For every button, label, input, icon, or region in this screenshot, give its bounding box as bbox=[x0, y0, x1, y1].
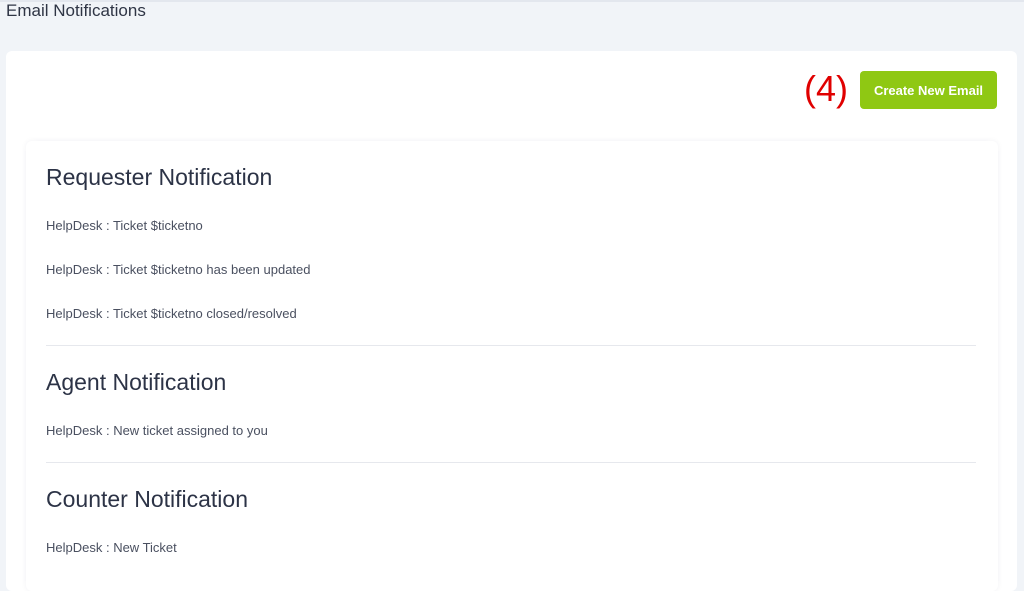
list-item[interactable]: HelpDesk : Ticket $ticketno bbox=[46, 218, 203, 234]
list-item[interactable]: HelpDesk : Ticket $ticketno closed/resol… bbox=[46, 306, 297, 322]
list-item[interactable]: HelpDesk : New ticket assigned to you bbox=[46, 423, 268, 439]
notification-list-card bbox=[26, 141, 998, 591]
page-title: Email Notifications bbox=[6, 1, 146, 20]
section-title-counter-notification: Counter Notification bbox=[46, 486, 248, 512]
section-title-agent-notification: Agent Notification bbox=[46, 369, 227, 395]
section-divider bbox=[46, 462, 976, 463]
create-new-email-button[interactable]: Create New Email bbox=[860, 71, 997, 109]
section-divider bbox=[46, 345, 976, 346]
list-item[interactable]: HelpDesk : Ticket $ticketno has been upd… bbox=[46, 262, 311, 278]
step-annotation: (4) bbox=[804, 68, 848, 109]
top-border bbox=[0, 0, 1024, 2]
list-item[interactable]: HelpDesk : New Ticket bbox=[46, 540, 177, 556]
section-title-requester-notification: Requester Notification bbox=[46, 164, 273, 190]
